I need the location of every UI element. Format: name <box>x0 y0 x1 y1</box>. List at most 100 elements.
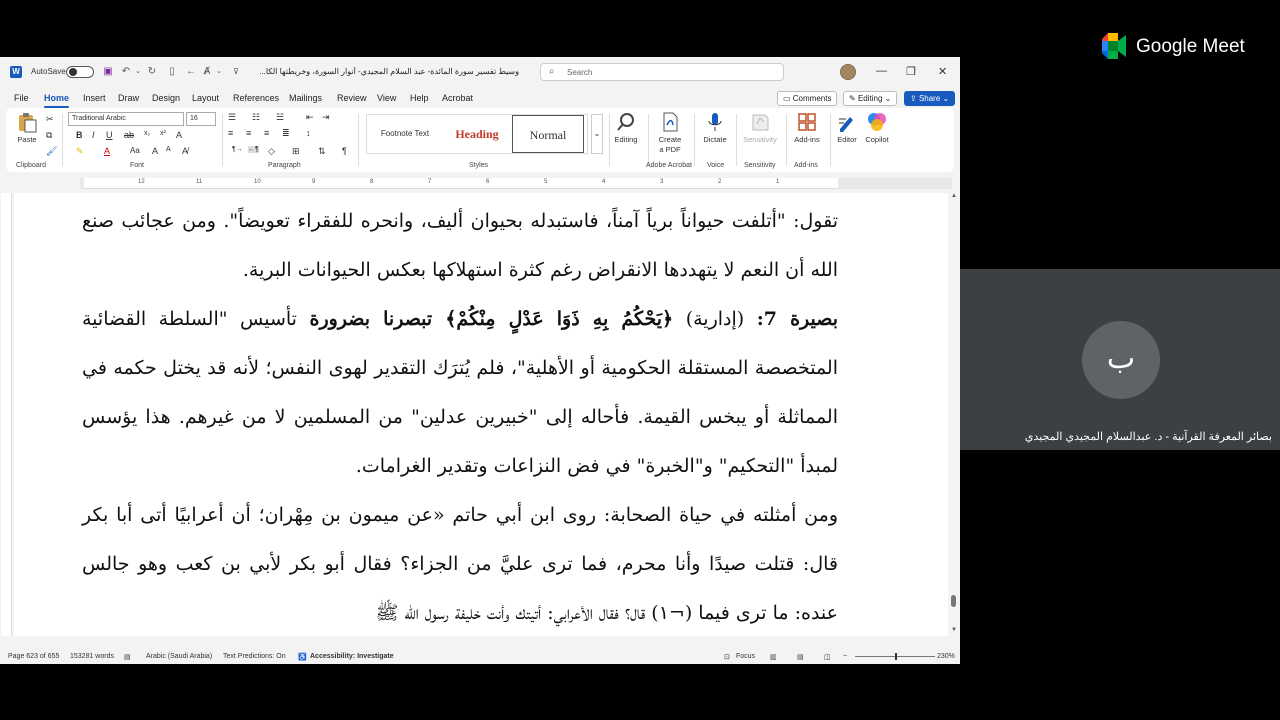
vertical-scrollbar[interactable]: ▲ ▼ <box>950 193 958 636</box>
ltr-icon[interactable]: ¶→ <box>232 146 243 153</box>
addins-button[interactable]: Add-ins <box>790 111 824 145</box>
font-color-icon[interactable]: A <box>104 146 110 156</box>
subscript-icon[interactable]: x₂ <box>144 130 150 137</box>
style-footnote-text[interactable]: Footnote Text <box>367 115 443 153</box>
italic-icon[interactable]: I <box>92 130 95 140</box>
align-right-icon[interactable]: ≡ <box>264 128 269 138</box>
tab-layout[interactable]: Layout <box>192 93 219 103</box>
bold-icon[interactable]: B <box>76 130 83 140</box>
document-page[interactable]: تقول: "أتلفت حيواناً برياً آمناً، فاستبد… <box>14 193 948 636</box>
increase-indent-icon[interactable]: ⇥ <box>322 112 330 123</box>
tab-review[interactable]: Review <box>337 93 367 103</box>
multilevel-icon[interactable]: ☱ <box>276 112 284 123</box>
cut-icon[interactable]: ✂ <box>46 114 54 125</box>
new-doc-icon[interactable]: ▯ <box>166 66 178 78</box>
line-spacing-icon[interactable]: ↕ <box>306 128 311 138</box>
zoom-slider[interactable] <box>855 653 935 660</box>
horizontal-ruler[interactable]: 12 11 10 9 8 7 6 5 4 3 2 1 <box>80 178 952 189</box>
maximize-button[interactable]: ❐ <box>906 65 916 78</box>
bullets-icon[interactable]: ☰ <box>228 112 236 123</box>
page-count[interactable]: Page 623 of 655 <box>8 653 59 660</box>
focus-button[interactable]: Focus <box>736 653 755 660</box>
text-effects-icon[interactable]: A <box>176 130 182 140</box>
copilot-button[interactable]: Copilot <box>862 111 892 145</box>
scroll-thumb[interactable] <box>951 595 956 607</box>
redo-icon[interactable]: ↻ <box>146 66 158 78</box>
tab-view[interactable]: View <box>377 93 396 103</box>
justify-icon[interactable]: ≣ <box>282 128 290 139</box>
web-layout-icon[interactable]: ◫ <box>824 653 831 661</box>
align-center-icon[interactable]: ≡ <box>246 128 251 138</box>
borders-icon[interactable]: ⊞ <box>292 146 300 157</box>
style-heading[interactable]: Heading <box>443 115 511 153</box>
editing-mode-button[interactable]: ✎ Editing ⌄ <box>843 91 898 106</box>
editor-button[interactable]: Editor <box>834 111 860 145</box>
undo-icon[interactable]: ↶ <box>120 66 132 78</box>
zoom-slider-thumb[interactable] <box>895 653 897 660</box>
tab-file[interactable]: File <box>14 93 29 103</box>
vertical-ruler[interactable] <box>1 193 12 636</box>
customize-qat-icon[interactable]: ⊽ <box>230 66 242 78</box>
tab-home[interactable]: Home <box>44 93 70 108</box>
format-painter-qat-icon[interactable]: Ⱥ <box>201 66 213 78</box>
tab-design[interactable]: Design <box>152 93 180 103</box>
change-case-icon[interactable]: Aa <box>130 146 140 155</box>
participant-tile[interactable]: ب بصائر المعرفة القرآنية - د. عبدالسلام … <box>960 269 1280 450</box>
underline-icon[interactable]: U <box>106 130 113 140</box>
align-left-icon[interactable]: ≡ <box>228 128 233 138</box>
zoom-out-icon[interactable]: − <box>843 653 847 660</box>
grow-font-icon[interactable]: A <box>152 146 158 156</box>
proofing-icon[interactable]: ▤ <box>124 653 131 661</box>
autosave-toggle[interactable] <box>66 66 94 78</box>
clear-format-icon[interactable]: A̸ <box>182 146 188 156</box>
print-layout-icon[interactable]: ▤ <box>797 653 804 661</box>
search-input[interactable]: ⌕ Search <box>540 63 784 81</box>
paste-button[interactable]: Paste <box>14 111 40 145</box>
save-icon[interactable]: ▣ <box>102 66 114 78</box>
show-marks-icon[interactable]: ¶ <box>342 146 347 156</box>
document-title[interactable]: وسيط تفسير سورة المائدة- عبد السلام المج… <box>254 67 519 76</box>
copy-icon[interactable]: ⧉ <box>46 130 52 141</box>
document-body[interactable]: تقول: "أتلفت حيواناً برياً آمناً، فاستبد… <box>82 197 838 638</box>
highlight-icon[interactable]: ✎ <box>76 146 84 157</box>
shrink-font-icon[interactable]: A <box>166 146 171 153</box>
strikethrough-icon[interactable]: ab <box>124 130 134 140</box>
styles-more-button[interactable]: ⌄ <box>591 114 603 154</box>
tab-acrobat[interactable]: Acrobat <box>442 93 473 103</box>
undo-dropdown-icon[interactable]: ⌄ <box>132 66 144 78</box>
close-button[interactable]: ✕ <box>938 65 947 78</box>
tab-mailings[interactable]: Mailings <box>289 93 322 103</box>
comments-button[interactable]: ▭ Comments <box>777 91 838 106</box>
editing-button[interactable]: Editing <box>610 111 642 145</box>
sensitivity-button[interactable]: Sensitivity <box>739 111 781 145</box>
qat-dropdown-icon[interactable]: ⌄ <box>213 66 225 78</box>
sort-icon[interactable]: ⇅ <box>318 146 326 157</box>
numbering-icon[interactable]: ☷ <box>252 112 260 123</box>
superscript-icon[interactable]: x² <box>160 130 166 137</box>
minimize-button[interactable]: — <box>876 65 887 77</box>
text-predictions-status[interactable]: Text Predictions: On <box>223 653 286 660</box>
decrease-indent-icon[interactable]: ⇤ <box>306 112 314 123</box>
tab-help[interactable]: Help <box>410 93 429 103</box>
scroll-up-icon[interactable]: ▲ <box>950 193 958 199</box>
zoom-level[interactable]: 230% <box>937 653 955 660</box>
rtl-icon[interactable]: ←¶ <box>248 146 259 153</box>
scroll-down-icon[interactable]: ▼ <box>950 627 958 633</box>
word-count[interactable]: 153281 words <box>70 653 114 660</box>
back-icon[interactable]: ← <box>185 66 197 78</box>
read-mode-icon[interactable]: ▥ <box>770 653 777 661</box>
dictate-button[interactable]: Dictate <box>698 111 732 145</box>
shading-icon[interactable]: ◇ <box>268 146 275 157</box>
accessibility-status[interactable]: Accessibility: Investigate <box>310 653 394 660</box>
format-painter-icon[interactable]: 🖌 <box>46 146 57 157</box>
account-avatar[interactable] <box>840 64 856 80</box>
tab-references[interactable]: References <box>233 93 279 103</box>
style-normal[interactable]: Normal <box>512 115 584 153</box>
language-status[interactable]: Arabic (Saudi Arabia) <box>146 653 212 660</box>
tab-draw[interactable]: Draw <box>118 93 139 103</box>
tab-insert[interactable]: Insert <box>83 93 106 103</box>
font-size-select[interactable]: 16 <box>186 112 216 126</box>
share-button[interactable]: ⇪ Share ⌄ <box>904 91 956 106</box>
create-pdf-button[interactable]: Create a PDF <box>652 111 688 155</box>
font-name-select[interactable]: Traditional Arabic <box>68 112 184 126</box>
